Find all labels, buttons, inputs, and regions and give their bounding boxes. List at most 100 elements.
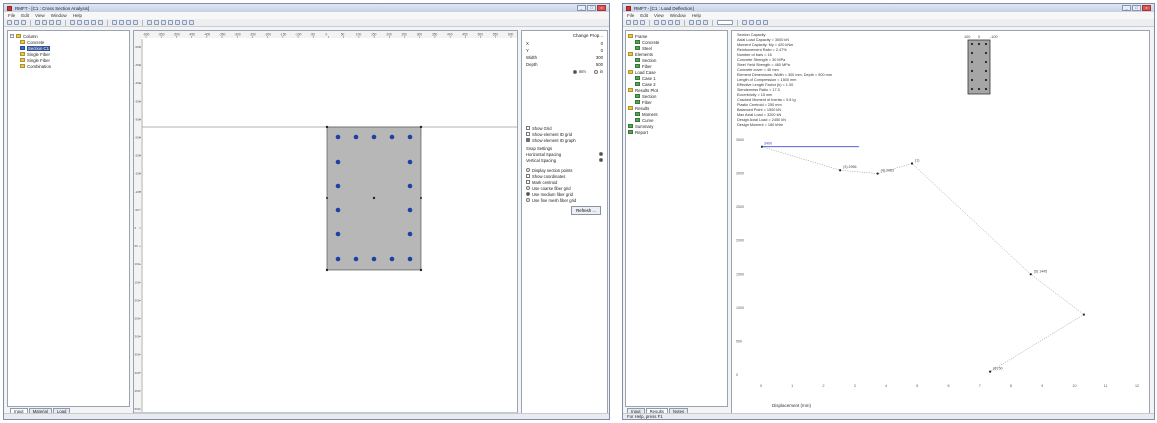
- prop-value[interactable]: 300: [596, 55, 603, 60]
- menu-window[interactable]: Window: [51, 13, 67, 18]
- chart-icon[interactable]: [182, 20, 187, 25]
- rebar-marker[interactable]: [335, 256, 341, 262]
- minimize-icon[interactable]: _: [577, 5, 586, 11]
- undo-icon[interactable]: [70, 20, 75, 25]
- new-icon[interactable]: [7, 20, 12, 25]
- circle-tool-icon[interactable]: [98, 20, 103, 25]
- copy-icon[interactable]: [42, 20, 47, 25]
- rebar-marker[interactable]: [389, 256, 395, 262]
- rectangle-tool-icon[interactable]: [91, 20, 96, 25]
- help-icon[interactable]: [189, 20, 194, 25]
- redo-icon[interactable]: [696, 20, 701, 25]
- new-icon[interactable]: [626, 20, 631, 25]
- bar-icon[interactable]: [161, 20, 166, 25]
- mid-node[interactable]: [420, 197, 422, 199]
- print-icon[interactable]: [56, 20, 61, 25]
- cut-icon[interactable]: [654, 20, 659, 25]
- rebar-marker[interactable]: [371, 256, 377, 262]
- mid-node[interactable]: [326, 197, 328, 199]
- prop-row-y[interactable]: Y0: [522, 47, 607, 54]
- view-dropdown[interactable]: [717, 20, 733, 25]
- prop-value[interactable]: 500: [596, 62, 603, 67]
- rebar-marker[interactable]: [407, 159, 413, 165]
- collapse-icon[interactable]: −: [10, 34, 14, 38]
- menu-window[interactable]: Window: [670, 13, 686, 18]
- rebar-marker[interactable]: [407, 256, 413, 262]
- open-icon[interactable]: [633, 20, 638, 25]
- data-point[interactable]: [910, 162, 914, 165]
- rebar-marker[interactable]: [353, 256, 359, 262]
- chart-icon[interactable]: [749, 20, 754, 25]
- data-point[interactable]: [1029, 273, 1032, 276]
- redo-icon[interactable]: [77, 20, 82, 25]
- run-icon[interactable]: [168, 20, 173, 25]
- menu-edit[interactable]: Edit: [640, 13, 648, 18]
- prop-value[interactable]: 0: [601, 48, 603, 53]
- data-point[interactable]: [839, 169, 842, 172]
- save-icon[interactable]: [640, 20, 645, 25]
- cut-icon[interactable]: [35, 20, 40, 25]
- data-point[interactable]: [989, 370, 992, 373]
- menu-help[interactable]: Help: [73, 13, 82, 18]
- section-drawing[interactable]: -600 -550 -500 -450 -400 -350 -300 -250 -200 -150…: [134, 31, 517, 417]
- menu-file[interactable]: File: [8, 13, 15, 18]
- menu-view[interactable]: View: [35, 13, 45, 18]
- mesh-icon[interactable]: [154, 20, 159, 25]
- open-icon[interactable]: [14, 20, 19, 25]
- rebar-marker[interactable]: [407, 207, 413, 213]
- rebar-marker[interactable]: [407, 231, 413, 237]
- paste-icon[interactable]: [668, 20, 673, 25]
- menu-help[interactable]: Help: [692, 13, 701, 18]
- pan-icon[interactable]: [133, 20, 138, 25]
- units-radio-in[interactable]: in: [593, 69, 603, 75]
- tree-item[interactable]: Report: [628, 129, 725, 135]
- zoom-out-icon[interactable]: [119, 20, 124, 25]
- rebar-marker[interactable]: [353, 134, 359, 140]
- data-point[interactable]: [1082, 313, 1085, 316]
- help-icon[interactable]: [763, 20, 768, 25]
- save-icon[interactable]: [21, 20, 26, 25]
- data-point[interactable]: [876, 172, 879, 175]
- refresh-button[interactable]: Refresh ...: [571, 206, 601, 215]
- corner-node[interactable]: [419, 268, 423, 272]
- corner-node[interactable]: [325, 268, 329, 272]
- prop-row-x[interactable]: X0: [522, 40, 607, 47]
- maximize-icon[interactable]: □: [587, 5, 596, 11]
- corner-node[interactable]: [419, 125, 423, 129]
- minimize-icon[interactable]: _: [1122, 5, 1131, 11]
- copy-icon[interactable]: [661, 20, 666, 25]
- menu-edit[interactable]: Edit: [21, 13, 29, 18]
- print-icon[interactable]: [675, 20, 680, 25]
- load-deflection-chart[interactable]: 0 1 2 3 4 5 6 7 8 9 10 11 12050010001500200025003000…: [732, 115, 1150, 415]
- undo-icon[interactable]: [689, 20, 694, 25]
- tree-item-combination[interactable]: Combination: [10, 63, 127, 69]
- grid-icon[interactable]: [742, 20, 747, 25]
- menu-file[interactable]: File: [627, 13, 634, 18]
- close-icon[interactable]: ×: [597, 5, 606, 11]
- close-icon[interactable]: ×: [1142, 5, 1151, 11]
- check-element-id-graph[interactable]: Show element ID graph: [522, 137, 607, 143]
- section-canvas[interactable]: -600 -550 -500 -450 -400 -350 -300 -250 -200 -150…: [133, 30, 518, 418]
- menu-view[interactable]: View: [654, 13, 664, 18]
- prop-row-width[interactable]: Width 300: [522, 54, 607, 61]
- right-title-bar[interactable]: RMFT - [C1 : Load Deflection] _ □ ×: [623, 4, 1154, 12]
- grid-icon[interactable]: [147, 20, 152, 25]
- prop-value[interactable]: 0: [601, 41, 603, 46]
- rebar-marker[interactable]: [335, 231, 341, 237]
- select-icon[interactable]: [84, 20, 89, 25]
- report-icon[interactable]: [175, 20, 180, 25]
- select-icon[interactable]: [703, 20, 708, 25]
- rebar-marker[interactable]: [371, 134, 377, 140]
- rebar-marker[interactable]: [335, 159, 341, 165]
- rebar-marker[interactable]: [335, 207, 341, 213]
- report-icon[interactable]: [756, 20, 761, 25]
- units-radio-mm[interactable]: mm: [572, 69, 586, 75]
- rebar-marker[interactable]: [407, 134, 413, 140]
- prop-row-depth[interactable]: Depth 500: [522, 61, 607, 68]
- corner-node[interactable]: [325, 125, 329, 129]
- left-title-bar[interactable]: RMFT - [C1 : Cross Section Analysis] _ □…: [4, 4, 609, 12]
- rebar-marker[interactable]: [389, 134, 395, 140]
- zoom-in-icon[interactable]: [112, 20, 117, 25]
- zoom-fit-icon[interactable]: [126, 20, 131, 25]
- rebar-marker[interactable]: [335, 134, 341, 140]
